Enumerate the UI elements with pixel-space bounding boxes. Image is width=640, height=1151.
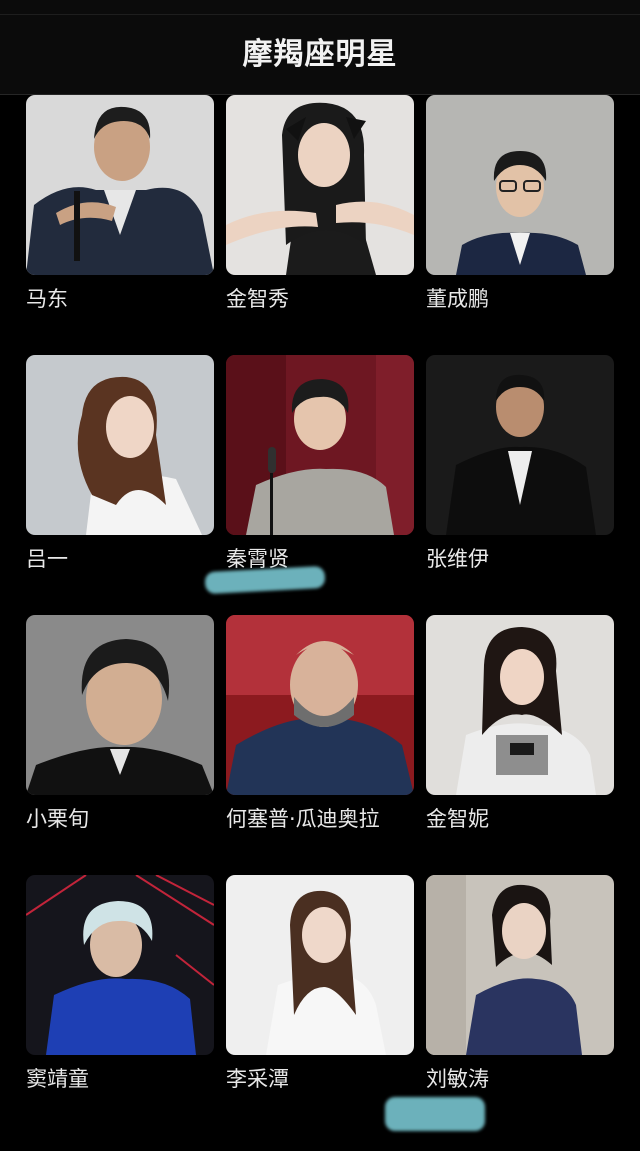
celebrity-card[interactable]: 秦霄贤 [226,355,414,571]
celebrity-card[interactable]: 刘敏涛 [426,875,614,1091]
celebrity-photo [26,875,214,1055]
celebrity-grid: 马东 金智秀 董成鹏 吕一 秦霄贤 张维伊 小栗旬 何塞普·瓜迪奥拉 金智妮 窦… [0,95,640,1151]
celebrity-card[interactable]: 金智秀 [226,95,414,311]
celebrity-card[interactable]: 张维伊 [426,355,614,571]
celebrity-photo [226,355,414,535]
celebrity-name: 张维伊 [426,547,489,571]
celebrity-card[interactable]: 金智妮 [426,615,614,831]
celebrity-card[interactable]: 董成鹏 [426,95,614,311]
celebrity-photo [26,615,214,795]
celebrity-name: 董成鹏 [426,287,489,311]
celebrity-card[interactable]: 李采潭 [226,875,414,1091]
celebrity-name: 刘敏涛 [426,1067,489,1091]
header-divider [0,14,640,15]
celebrity-photo [226,875,414,1055]
celebrity-photo [26,355,214,535]
celebrity-photo [226,615,414,795]
celebrity-photo [426,355,614,535]
highlight-mark [385,1097,485,1131]
celebrity-photo [26,95,214,275]
celebrity-photo [226,95,414,275]
celebrity-name: 金智妮 [426,807,489,831]
celebrity-card[interactable]: 窦靖童 [26,875,214,1091]
header-bar: 摩羯座明星 [0,0,640,95]
screen: 摩羯座明星 马东 金智秀 董成鹏 吕一 秦霄贤 张维伊 小栗旬 何塞普·瓜迪奥拉… [0,0,640,1151]
celebrity-card[interactable]: 吕一 [26,355,214,571]
page-title: 摩羯座明星 [242,37,398,72]
celebrity-card[interactable]: 何塞普·瓜迪奥拉 [226,615,414,831]
celebrity-card[interactable]: 马东 [26,95,214,311]
celebrity-photo [426,875,614,1055]
celebrity-photo [426,615,614,795]
celebrity-photo [426,95,614,275]
celebrity-card[interactable]: 小栗旬 [26,615,214,831]
